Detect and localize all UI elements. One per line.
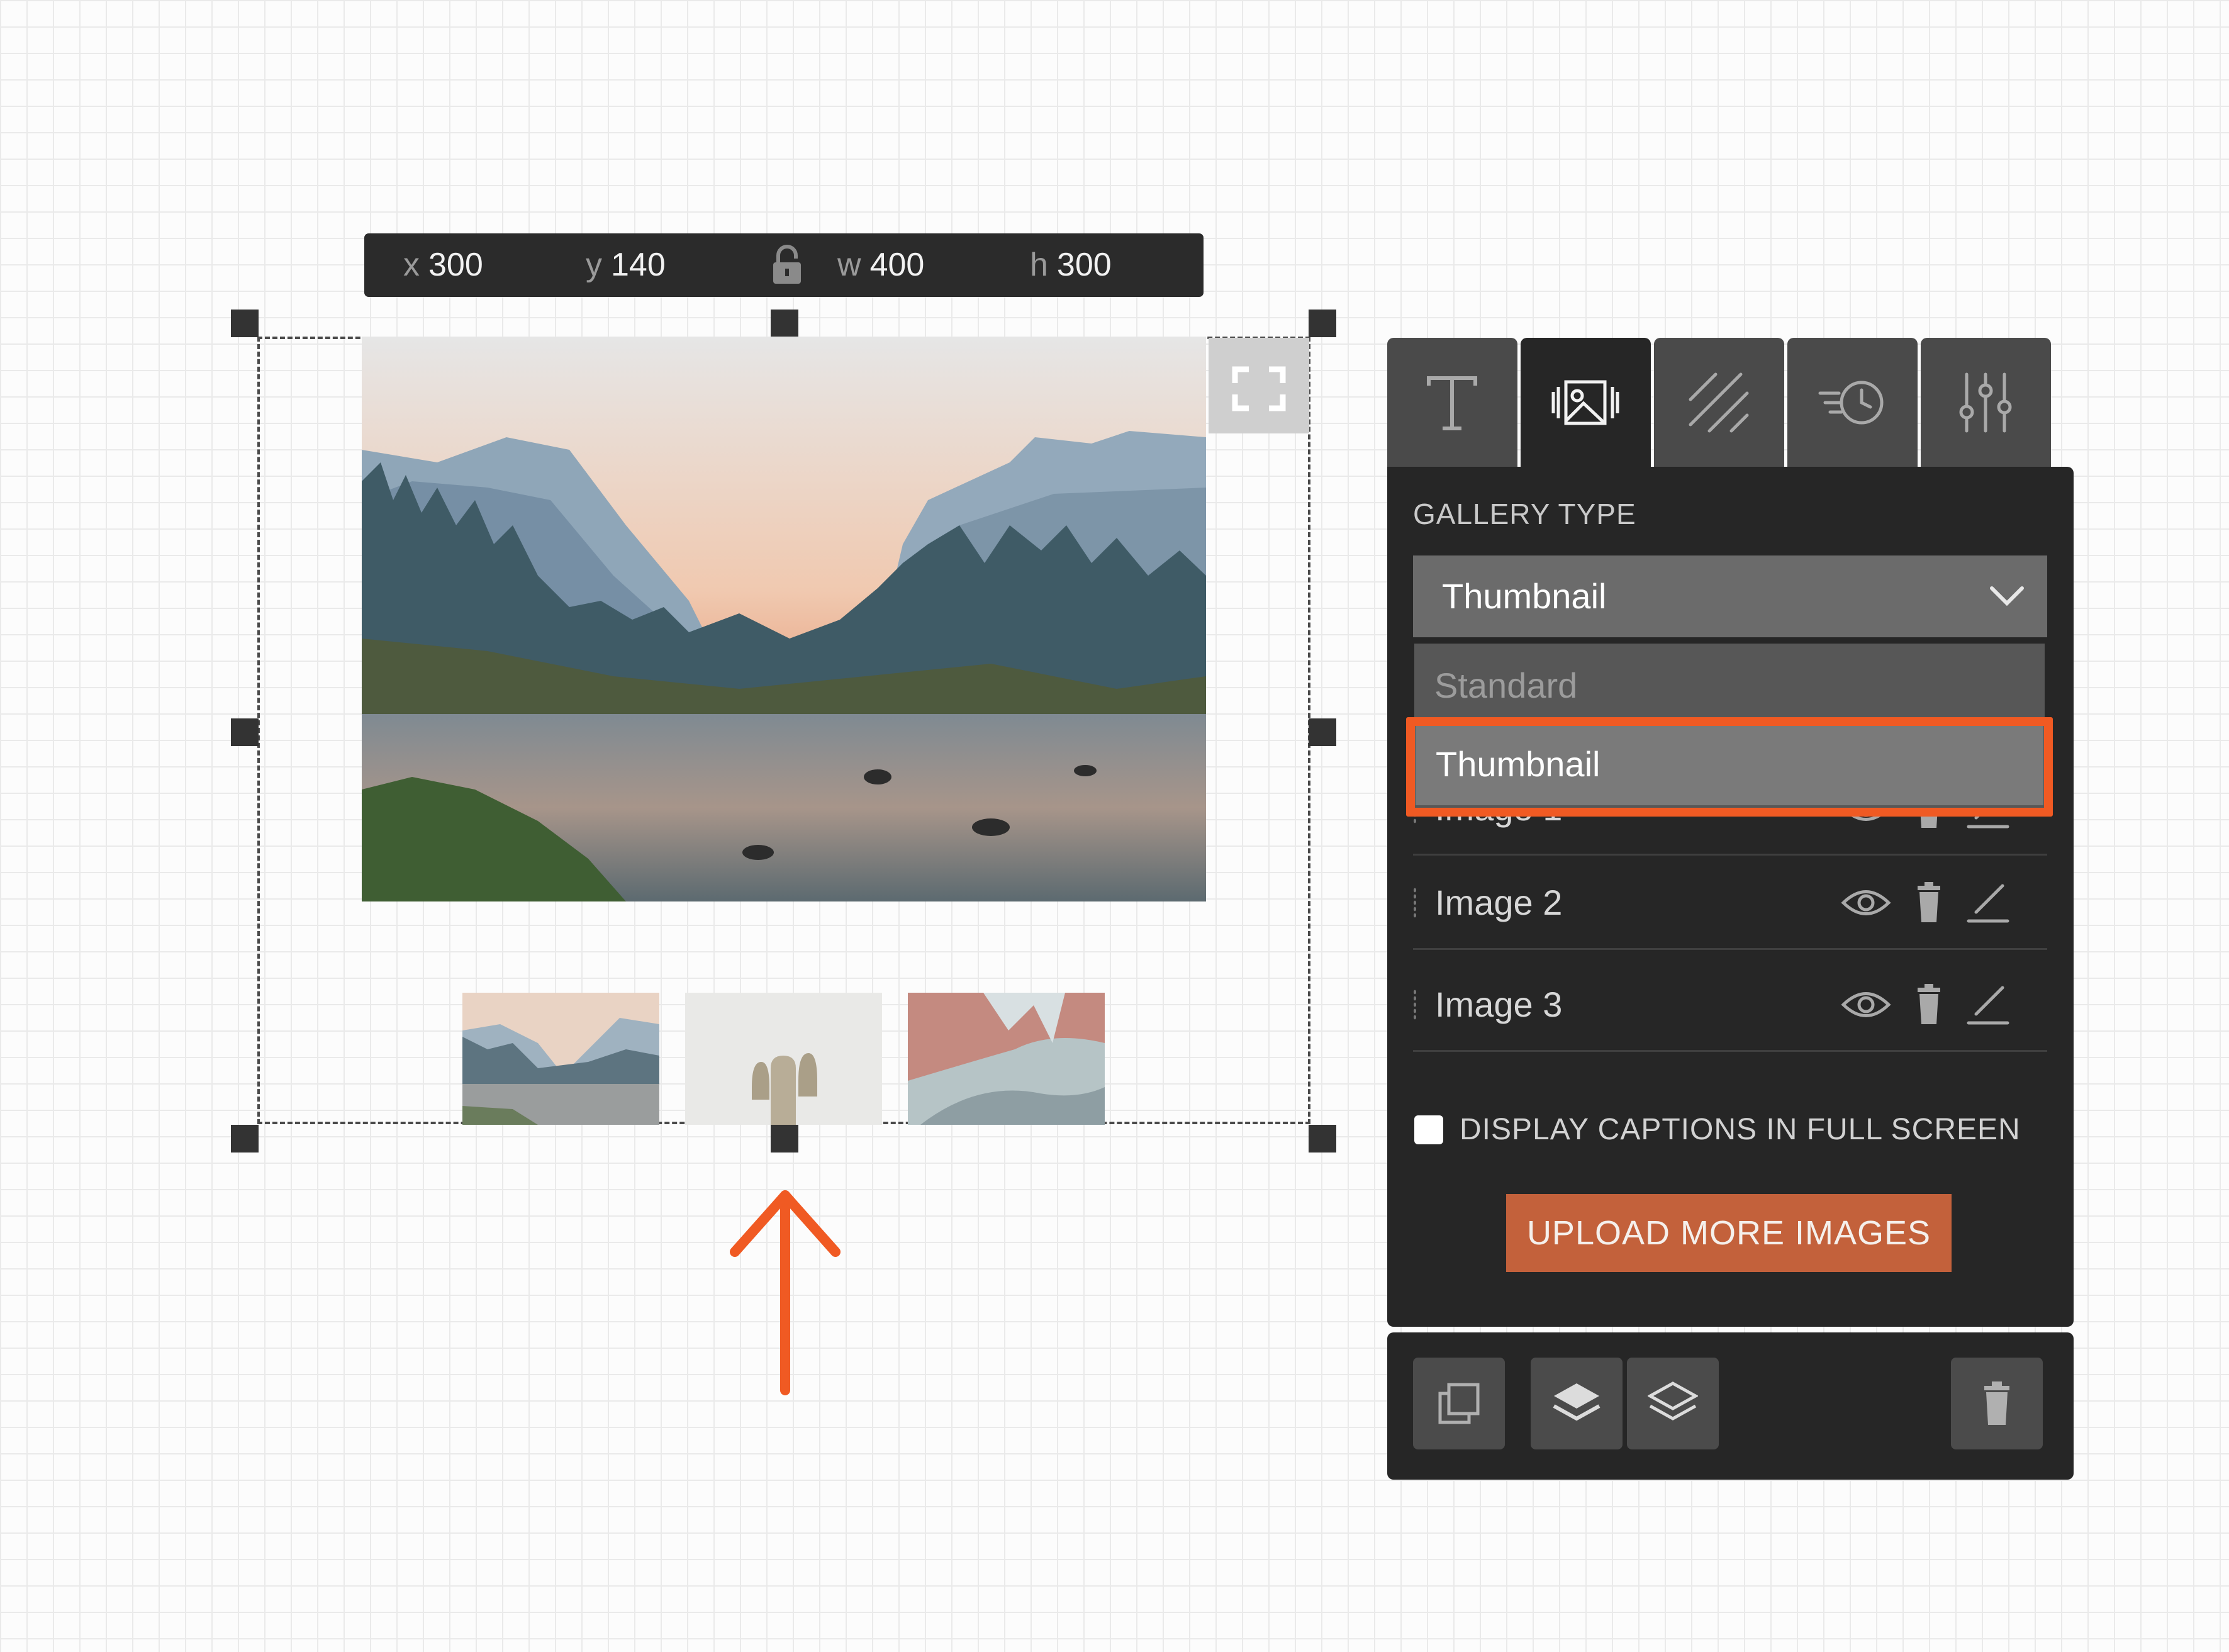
resize-handle-right[interactable] <box>1309 718 1336 746</box>
gallery-main-image[interactable] <box>362 337 1206 901</box>
resize-handle-top-left[interactable] <box>231 310 259 337</box>
resize-handle-top[interactable] <box>771 310 798 337</box>
duplicate-icon <box>1438 1383 1480 1424</box>
highlight-annotation <box>1406 717 2053 817</box>
fullscreen-button[interactable] <box>1209 338 1309 433</box>
edit-icon[interactable] <box>1964 881 2014 925</box>
resize-handle-left[interactable] <box>231 718 259 746</box>
image-name: Image 2 <box>1435 883 1563 922</box>
settings-sliders-icon <box>1959 372 2012 433</box>
gallery-icon <box>1551 380 1619 425</box>
up-arrow-annotation <box>730 1190 841 1395</box>
tab-settings[interactable] <box>1921 338 2051 467</box>
resize-handle-bottom-right[interactable] <box>1309 1125 1336 1152</box>
width-value[interactable]: w 400 <box>837 233 924 297</box>
list-item[interactable]: Image 2 <box>1413 856 2047 950</box>
drag-handle[interactable] <box>1413 887 1417 918</box>
eye-icon[interactable] <box>1841 983 1891 1027</box>
gallery-type-label: GALLERY TYPE <box>1413 498 1636 530</box>
tab-texture[interactable] <box>1654 338 1784 467</box>
gallery-type-selected: Thumbnail <box>1442 576 1607 616</box>
animation-icon <box>1818 381 1884 425</box>
image-name: Image 3 <box>1435 985 1563 1024</box>
tab-text[interactable] <box>1387 338 1517 467</box>
captions-label: DISPLAY CAPTIONS IN FULL SCREEN <box>1460 1113 2021 1146</box>
delete-button[interactable] <box>1951 1358 2043 1449</box>
trash-icon[interactable] <box>1904 983 1954 1027</box>
resize-handle-top-right[interactable] <box>1309 310 1336 337</box>
position-size-bar: x 300 y 140 w 400 h 300 <box>364 233 1204 297</box>
send-backward-button[interactable] <box>1627 1358 1719 1449</box>
dropdown-option-standard[interactable]: Standard <box>1434 654 1577 717</box>
fullscreen-icon <box>1232 366 1286 411</box>
chevron-down-icon <box>1990 586 2024 606</box>
trash-icon[interactable] <box>1904 881 1954 925</box>
height-value[interactable]: h 300 <box>1030 233 1112 297</box>
thumbnail-image-3[interactable] <box>908 993 1105 1125</box>
resize-handle-bottom-left[interactable] <box>231 1125 259 1152</box>
lock-icon[interactable] <box>771 245 803 285</box>
gallery-type-select[interactable]: Thumbnail <box>1413 555 2047 637</box>
trash-icon <box>1984 1381 2009 1425</box>
tab-animation[interactable] <box>1787 338 1918 467</box>
list-item[interactable]: Image 3 <box>1413 957 2047 1052</box>
text-icon <box>1427 376 1477 430</box>
edit-icon[interactable] <box>1964 983 2014 1027</box>
duplicate-button[interactable] <box>1413 1358 1505 1449</box>
resize-handle-bottom[interactable] <box>771 1125 798 1152</box>
layer-forward-icon <box>1553 1383 1601 1421</box>
captions-checkbox[interactable] <box>1414 1115 1443 1144</box>
upload-more-images-button[interactable]: UPLOAD MORE IMAGES <box>1506 1194 1952 1272</box>
tab-gallery[interactable] <box>1521 338 1651 467</box>
y-coordinate[interactable]: y 140 <box>586 233 666 297</box>
drag-handle[interactable] <box>1413 989 1417 1020</box>
bring-forward-button[interactable] <box>1531 1358 1623 1449</box>
layer-backward-icon <box>1648 1381 1698 1420</box>
x-coordinate[interactable]: x 300 <box>403 233 483 297</box>
eye-icon[interactable] <box>1841 881 1891 925</box>
texture-icon <box>1689 372 1749 433</box>
thumbnail-image-2[interactable] <box>685 993 882 1125</box>
thumbnail-image-1[interactable] <box>462 993 659 1125</box>
